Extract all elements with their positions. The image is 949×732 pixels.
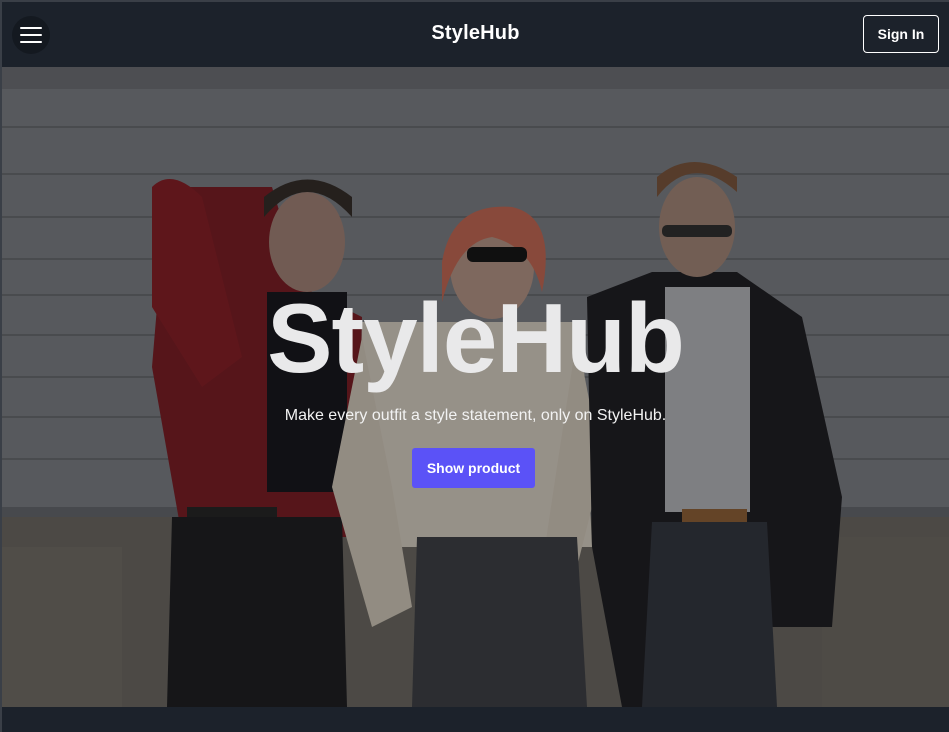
- hero-subtitle: Make every outfit a style statement, onl…: [284, 407, 667, 424]
- brand-title[interactable]: StyleHub: [2, 22, 949, 45]
- show-product-button[interactable]: Show product: [412, 448, 535, 488]
- sign-in-button[interactable]: Sign In: [863, 15, 939, 53]
- footer-strip: [2, 707, 949, 732]
- navbar: StyleHub Sign In: [2, 2, 949, 67]
- hero-title: StyleHub: [267, 283, 685, 393]
- app-window: StyleHub Sign In StyleHub Make every out…: [0, 0, 949, 732]
- hero-section: StyleHub Make every outfit a style state…: [2, 67, 949, 707]
